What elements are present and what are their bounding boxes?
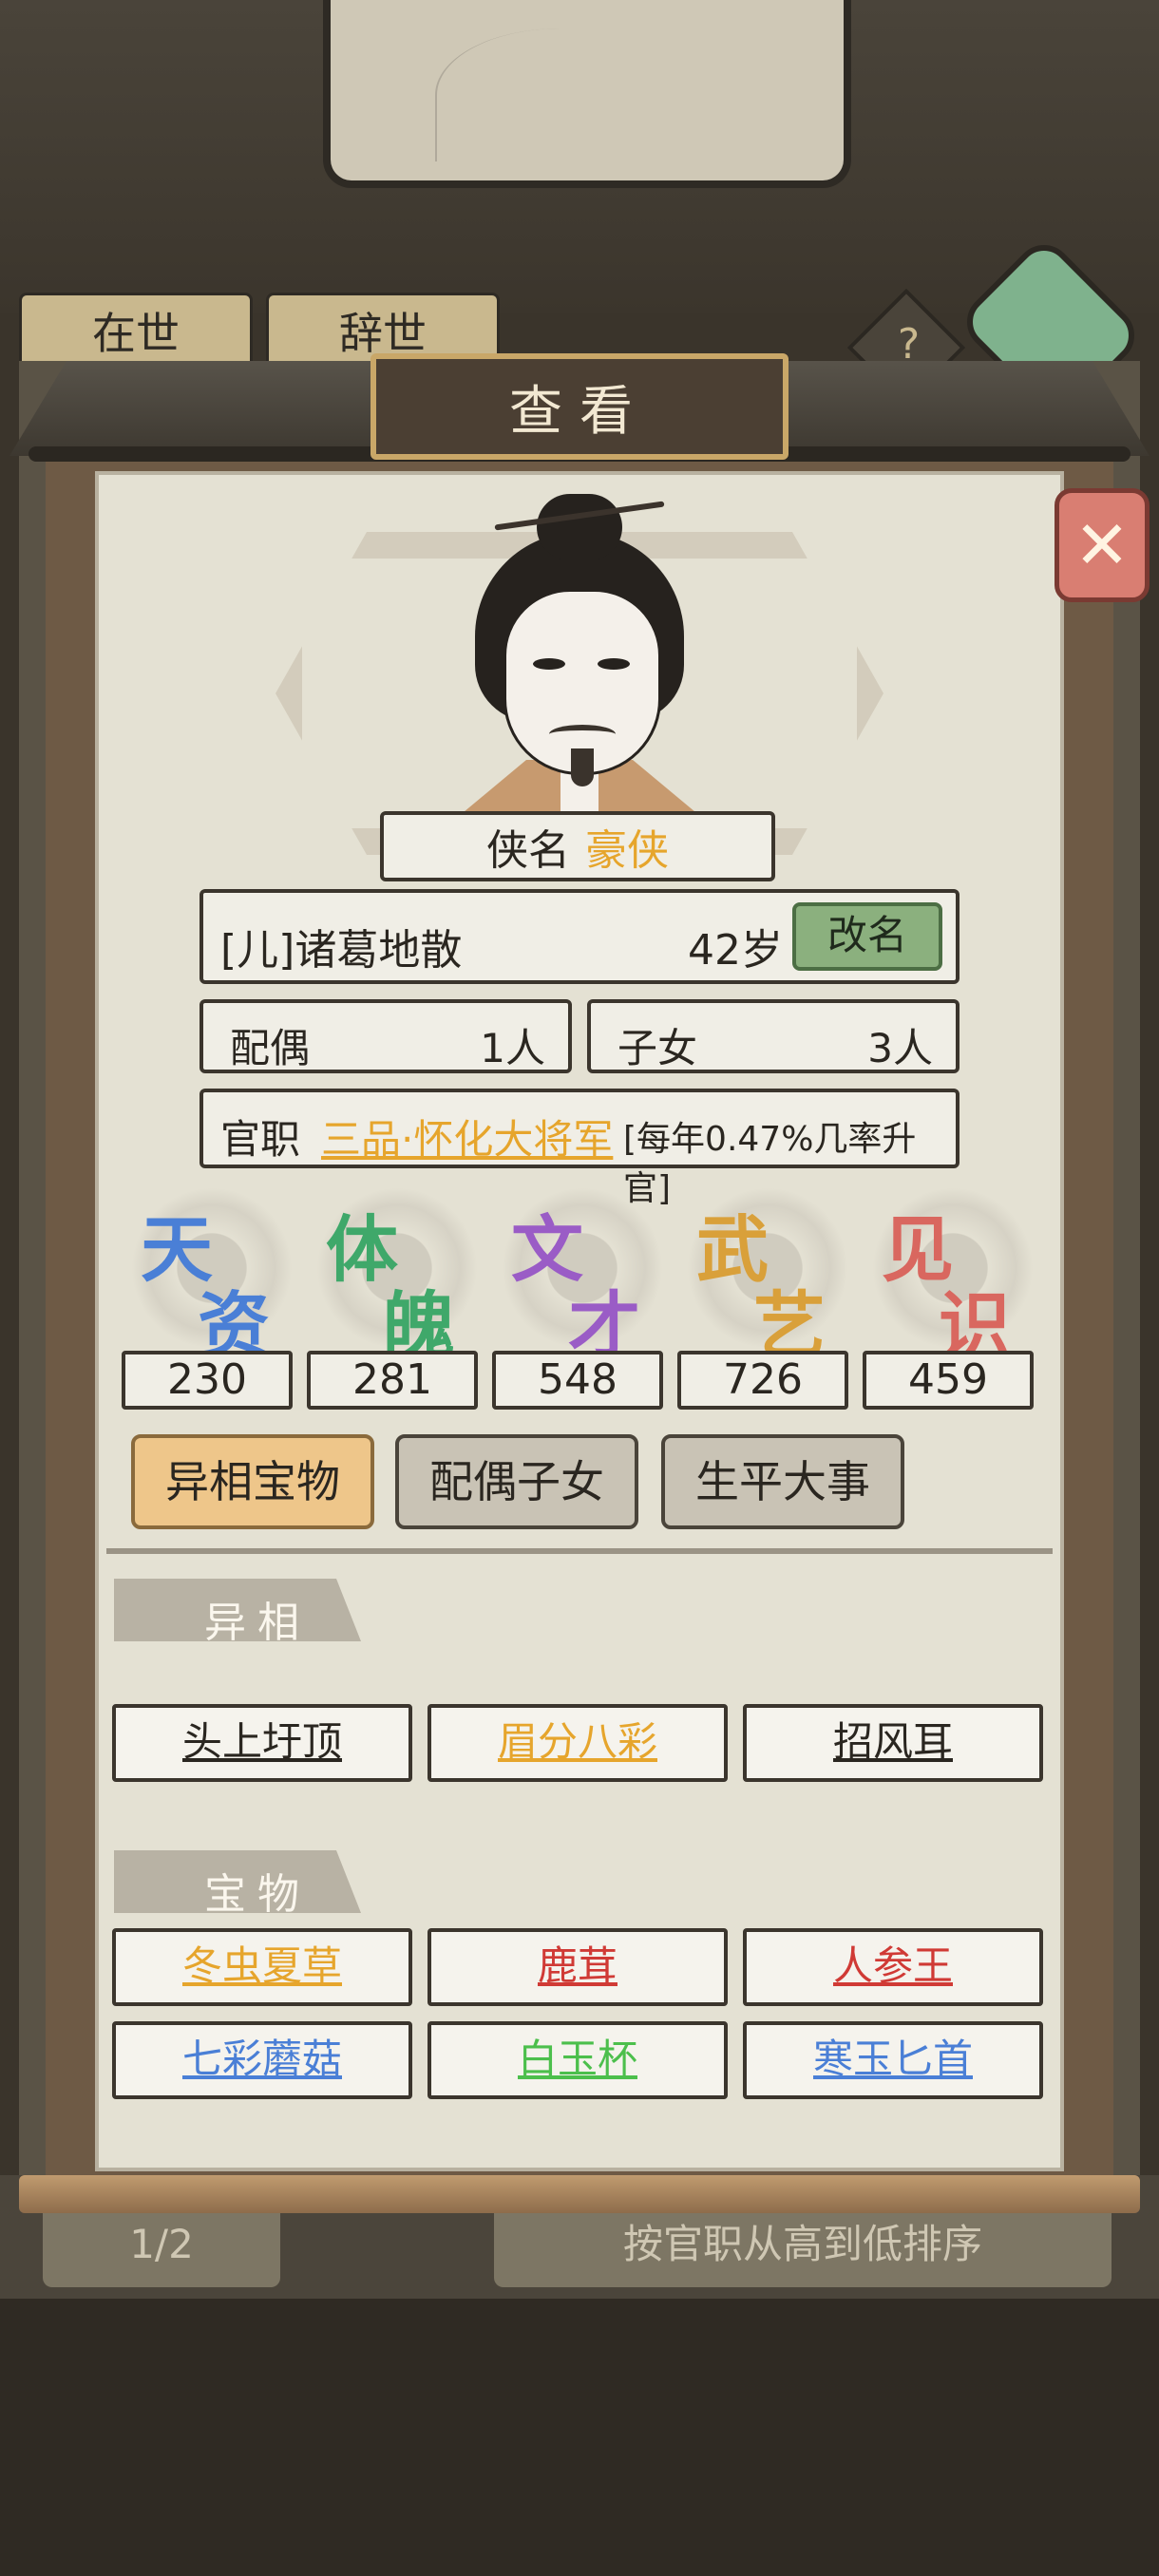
close-x-icon: ✕ — [1074, 506, 1130, 584]
trait-item[interactable]: 头上圩顶 — [112, 1704, 412, 1782]
mustache — [549, 725, 616, 744]
dialog-title-plaque: 查看 — [370, 353, 788, 460]
rename-button[interactable]: 改名 — [792, 902, 942, 971]
children-value: 3人 — [867, 1025, 933, 1071]
spouse-label: 配偶 — [230, 1025, 311, 1071]
dialog-base — [19, 2175, 1140, 2213]
office-label: 官职 — [220, 1116, 301, 1163]
spouse-value: 1人 — [480, 1025, 545, 1071]
left-eye — [533, 658, 565, 670]
sort-button[interactable]: 按官职从高到低排序 — [494, 2202, 1112, 2287]
pager[interactable]: 1/2 — [43, 2202, 280, 2287]
character-name: [儿]诸葛地散 — [220, 926, 463, 975]
tab-spouse-children[interactable]: 配偶子女 — [395, 1434, 638, 1529]
stat-value: 230 — [122, 1351, 293, 1410]
close-button[interactable]: ✕ — [1054, 488, 1150, 602]
section-divider — [106, 1548, 1053, 1554]
wall-painting — [323, 0, 851, 188]
children-count-box: 子女 3人 — [587, 999, 960, 1073]
treasure-item[interactable]: 七彩蘑菇 — [112, 2021, 412, 2099]
hero-title-value: 豪侠 — [585, 826, 669, 875]
stat-value: 281 — [307, 1351, 478, 1410]
office-rank-link[interactable]: 三品·怀化大将军 — [321, 1108, 613, 1165]
trait-item[interactable]: 招风耳 — [743, 1704, 1043, 1782]
name-row: [儿]诸葛地散 42岁 改名 — [200, 889, 960, 984]
traits-section-label: 异相 — [114, 1579, 361, 1641]
hero-title-box: 侠名 豪侠 — [380, 811, 775, 881]
stat-value: 459 — [863, 1351, 1034, 1410]
character-portrait — [418, 494, 741, 826]
character-age: 42岁 — [688, 926, 783, 975]
treasure-item[interactable]: 白玉杯 — [428, 2021, 728, 2099]
treasure-item[interactable]: 鹿茸 — [428, 1928, 728, 2006]
face — [504, 589, 661, 786]
beard — [571, 748, 594, 786]
dialog-title: 查看 — [509, 380, 650, 443]
hero-title-label: 侠名 — [486, 826, 570, 875]
treasures-section-label: 宝物 — [114, 1850, 361, 1913]
trait-item[interactable]: 眉分八彩 — [428, 1704, 728, 1782]
hair-bun — [537, 494, 622, 560]
treasure-item[interactable]: 人参王 — [743, 1928, 1043, 2006]
spouse-count-box: 配偶 1人 — [200, 999, 572, 1073]
traits-label-text: 异相 — [204, 1599, 311, 1647]
floor — [0, 2299, 1159, 2576]
office-box: 官职 三品·怀化大将军 [每年0.47%几率升官] — [200, 1089, 960, 1208]
tab-traits-treasures[interactable]: 异相宝物 — [131, 1434, 374, 1529]
stat-value: 548 — [492, 1351, 663, 1410]
treasures-label-text: 宝物 — [204, 1870, 311, 1919]
children-label: 子女 — [618, 1025, 698, 1071]
orchid-painting-icon — [435, 28, 684, 161]
right-eye — [598, 658, 630, 670]
treasure-item[interactable]: 寒玉匕首 — [743, 2021, 1043, 2099]
stat-value: 726 — [677, 1351, 848, 1410]
tab-life-events[interactable]: 生平大事 — [661, 1434, 904, 1529]
treasure-item[interactable]: 冬虫夏草 — [112, 1928, 412, 2006]
